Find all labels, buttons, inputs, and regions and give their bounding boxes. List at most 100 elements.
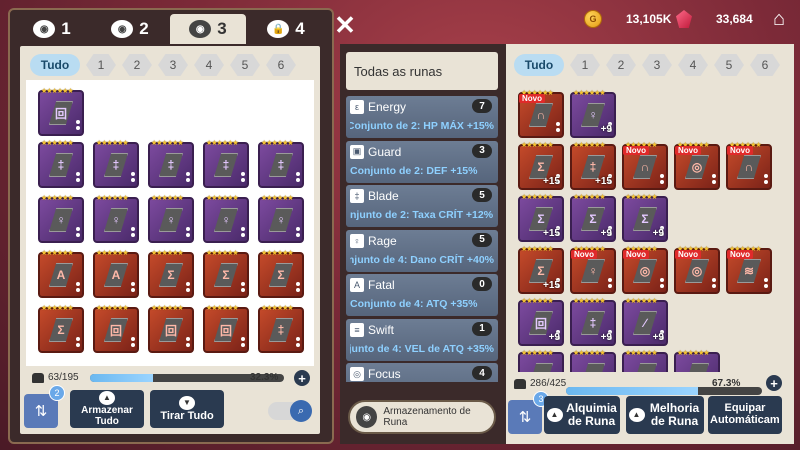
left-filter-slot-3[interactable]: 3 (158, 54, 188, 76)
take-all-button[interactable]: ▼ Tirar Tudo (150, 390, 224, 428)
gem-amount: 33,684 (716, 12, 753, 26)
left-filter-slot-5[interactable]: 5 (230, 54, 260, 76)
left-filter-slot-6[interactable]: 6 (266, 54, 296, 76)
tab-4[interactable]: 🔒 4 (248, 14, 324, 44)
rune-item[interactable]: Σ ★★★★★★ +15 (518, 142, 564, 190)
rune-item[interactable]: 回 ★★★★★★ (93, 305, 139, 353)
left-filter-slot-4[interactable]: 4 (194, 54, 224, 76)
rune-stars: ★★★★★★ (573, 194, 606, 201)
rune-item[interactable]: Σ ★★★★★★ +9 (570, 194, 616, 242)
rune-slot-dots (131, 282, 135, 292)
rune-level: +15 (543, 176, 560, 187)
rune-level: +9 (600, 124, 612, 135)
rune-item[interactable]: Σ ★★★★★★ +15 (518, 194, 564, 242)
left-filter-all[interactable]: Tudo (30, 54, 80, 76)
rune-item[interactable]: ♀ ★★★★★★ (203, 195, 249, 243)
rune-item[interactable]: ‡ ★★★★★★ (93, 140, 139, 188)
left-filter-slot-2[interactable]: 2 (122, 54, 152, 76)
rune-item[interactable]: ≋★★★★★★Novo (726, 246, 772, 294)
rune-item[interactable]: ∩★★★★★★Novo (726, 142, 772, 190)
set-item-swift[interactable]: ≡ Swift 1 njunto de 4: VEL de ATQ +35% (346, 318, 498, 361)
right-filter-slot-1[interactable]: 1 (570, 54, 600, 76)
rune-item[interactable]: Σ ★★★★★★ (203, 250, 249, 298)
right-capacity-fill (566, 387, 698, 395)
set-bonus-description: Conjunto de 4: ATQ +35% (350, 298, 494, 310)
rune-item[interactable]: A ★★★★★★ (93, 250, 139, 298)
rune-item[interactable]: ‡ ★★★★★★ +15 (570, 142, 616, 190)
right-expand-button[interactable]: + (766, 375, 782, 391)
rune-item[interactable]: 回 ★★★★★★ (38, 88, 84, 136)
rune-upgrade-button[interactable]: ▲ Melhoria de Runa (626, 396, 704, 434)
rune-item[interactable]: ♀ ★★★★★★ (38, 195, 84, 243)
set-count-badge: 0 (472, 277, 492, 291)
set-item-fatal[interactable]: A Fatal 0 Conjunto de 4: ATQ +35% (346, 274, 498, 316)
rune-item[interactable]: ♀ ★★★★★★ +9 (570, 90, 616, 138)
set-item-energy[interactable]: ε Energy 7 Conjunto de 2: HP MÁX +15% (346, 96, 498, 138)
rune-item[interactable]: ★★★★★★ (570, 350, 616, 372)
right-filter-slot-3[interactable]: 3 (642, 54, 672, 76)
right-sort-button[interactable]: ⇅ 3 (508, 391, 549, 434)
rune-item[interactable]: 回 ★★★★★★ (148, 305, 194, 353)
rune-item[interactable]: ★★★★★★ (518, 350, 564, 372)
rune-item[interactable]: ★★★★★★ (622, 350, 668, 372)
right-filter-slot-4[interactable]: 4 (678, 54, 708, 76)
rune-item[interactable]: ‡ ★★★★★★ (38, 140, 84, 188)
new-badge: Novo (675, 146, 701, 155)
home-icon[interactable]: ⌂ (768, 8, 790, 30)
right-filter-slot-6[interactable]: 6 (750, 54, 780, 76)
left-expand-button[interactable]: + (294, 370, 310, 386)
rune-item[interactable]: ∩★★★★★★Novo (518, 90, 564, 138)
rune-glyph-icon: ‡ (49, 153, 73, 177)
rune-item[interactable]: 回 ★★★★★★ (203, 305, 249, 353)
all-runes-filter[interactable]: Todas as runas (346, 52, 498, 90)
rune-storage-button[interactable]: ◉ Armazenamento de Runa (348, 400, 496, 434)
store-all-button[interactable]: ▲ Armazenar Tudo (70, 390, 144, 428)
left-sort-button[interactable]: ⇅ 2 (24, 385, 65, 428)
rune-item[interactable]: ★★★★★★ (674, 350, 720, 372)
set-item-blade[interactable]: ‡ Blade 5 njunto de 2: Taxa CRÍT +12% (346, 185, 498, 227)
rune-item[interactable]: ∕ ★★★★★★ +9 (622, 298, 668, 346)
set-name: Energy (368, 100, 407, 114)
rune-item[interactable]: ‡ ★★★★★★ (258, 140, 304, 188)
right-filter-slot-5[interactable]: 5 (714, 54, 744, 76)
tab-3[interactable]: ◉ 3 (170, 14, 246, 44)
set-bonus-text: njunto de 4: Dano CRÍT +40% (350, 253, 494, 266)
tab-1[interactable]: ◉ 1 (14, 14, 90, 44)
auto-equip-button[interactable]: Equipar Automáticame (708, 396, 782, 434)
rune-glyph-icon: 回 (214, 318, 238, 342)
rune-item[interactable]: Σ ★★★★★★ +15 (518, 246, 564, 294)
rune-item[interactable]: ◎★★★★★★Novo (674, 246, 720, 294)
close-button[interactable]: ✕ (330, 10, 360, 40)
rune-item[interactable]: Σ ★★★★★★ +9 (622, 194, 668, 242)
rune-item[interactable]: Σ ★★★★★★ (38, 305, 84, 353)
rune-item[interactable]: ♀ ★★★★★★ (258, 195, 304, 243)
set-item-focus[interactable]: ◎ Focus 4 (346, 363, 498, 382)
rune-item[interactable]: ∩★★★★★★Novo (622, 142, 668, 190)
rune-item[interactable]: ◎★★★★★★Novo (674, 142, 720, 190)
rune-item[interactable]: ♀★★★★★★Novo (570, 246, 616, 294)
set-item-rage[interactable]: ♀ Rage 5 njunto de 4: Dano CRÍT +40% (346, 229, 498, 272)
rune-item[interactable]: ‡ ★★★★★★ (203, 140, 249, 188)
rune-item[interactable]: ‡ ★★★★★★ (148, 140, 194, 188)
right-filter-all[interactable]: Tudo (514, 54, 564, 76)
rune-slot-dots (186, 227, 190, 237)
rune-level: +15 (543, 228, 560, 239)
rune-slot-dots (186, 172, 190, 182)
right-filter-slot-2[interactable]: 2 (606, 54, 636, 76)
rune-item[interactable]: 回 ★★★★★★ +9 (518, 298, 564, 346)
rune-item[interactable]: ♀ ★★★★★★ (148, 195, 194, 243)
gold-amount: 13,105K (626, 12, 672, 26)
tab-2[interactable]: ◉ 2 (92, 14, 168, 44)
rune-item[interactable]: A ★★★★★★ (38, 250, 84, 298)
view-toggle[interactable]: ⌕ (268, 400, 312, 422)
rune-item[interactable]: ‡ ★★★★★★ +9 (570, 298, 616, 346)
set-item-guard[interactable]: ▣ Guard 3 Conjunto de 2: DEF +15% (346, 140, 498, 183)
rune-item[interactable]: ‡ ★★★★★★ (258, 305, 304, 353)
left-filter-slot-1[interactable]: 1 (86, 54, 116, 76)
rune-item[interactable]: ◎★★★★★★Novo (622, 246, 668, 294)
rune-alchemy-button[interactable]: ▲ Alquimia de Runa (544, 396, 620, 434)
rune-item[interactable]: Σ ★★★★★★ (258, 250, 304, 298)
rune-slot-dots (296, 172, 300, 182)
rune-item[interactable]: Σ ★★★★★★ (148, 250, 194, 298)
rune-item[interactable]: ♀ ★★★★★★ (93, 195, 139, 243)
